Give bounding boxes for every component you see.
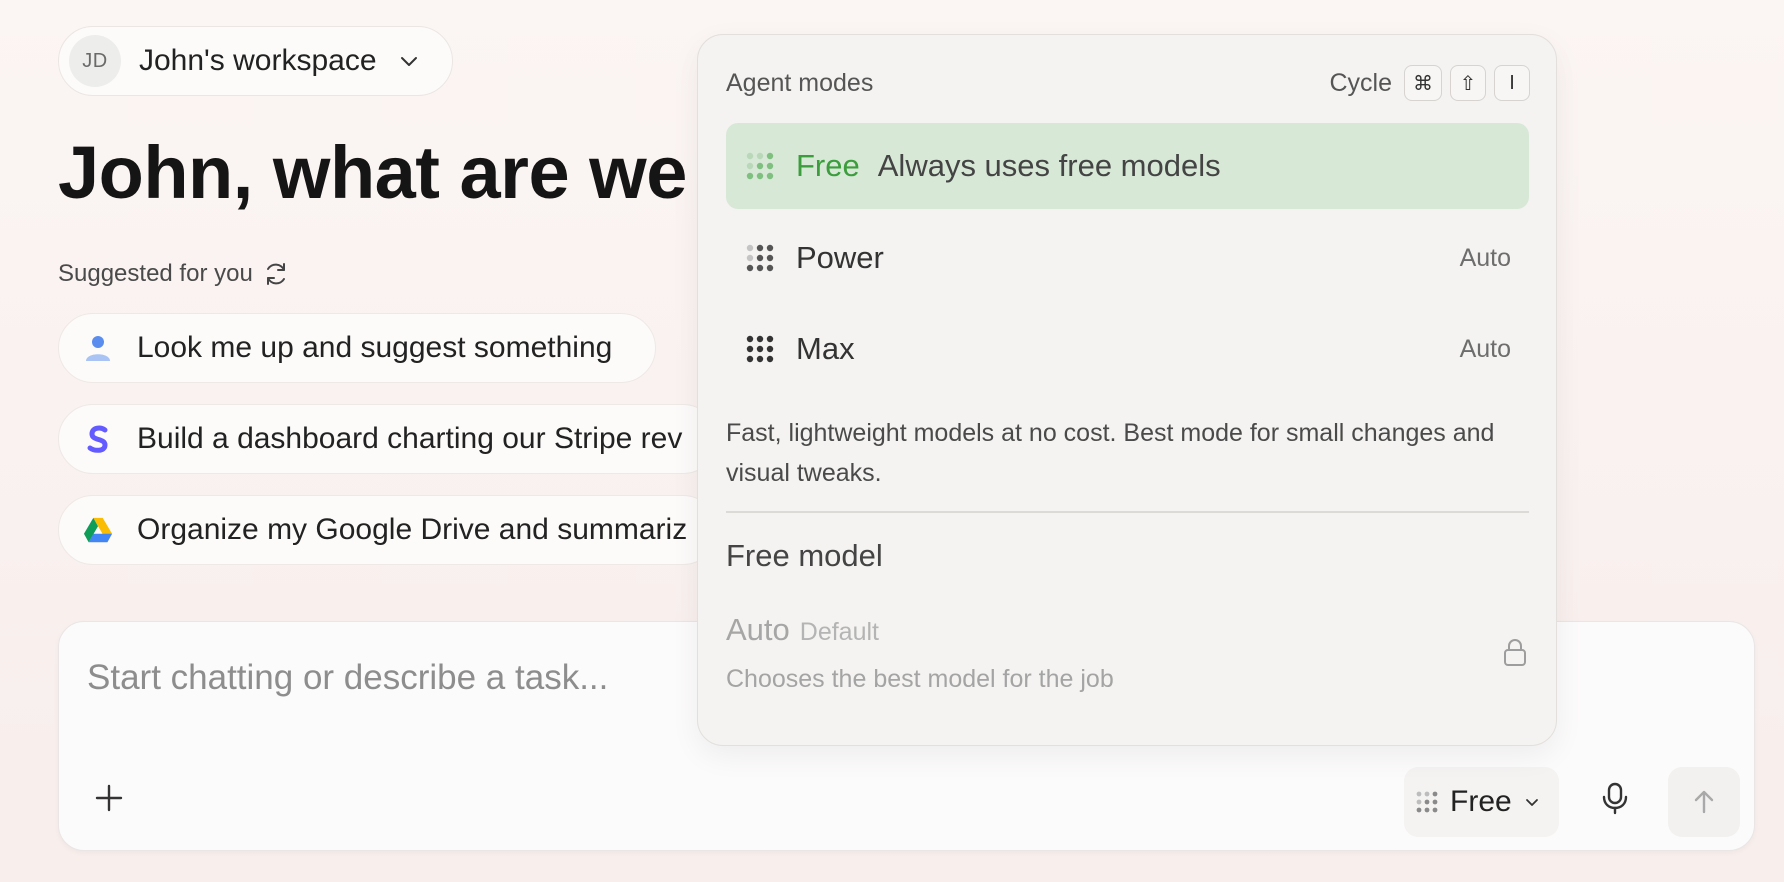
suggestion-chip[interactable]: Organize my Google Drive and summariz (58, 495, 718, 565)
chat-input[interactable]: Start chatting or describe a task... (87, 658, 608, 698)
chevron-down-icon (1525, 799, 1538, 806)
default-tag: Default (799, 618, 879, 646)
page-title: John, what are we w (58, 131, 765, 214)
mode-name: Power (796, 240, 884, 275)
model-section-heading: Free model (726, 538, 883, 573)
workspace-name: John's workspace (139, 44, 377, 77)
dots-grid-icon (746, 335, 774, 363)
shift-key: ⇧ (1450, 65, 1486, 101)
avatar: JD (69, 35, 121, 87)
suggested-header: Suggested for you (58, 260, 289, 288)
user-icon (83, 333, 113, 363)
mode-badge: Auto (1459, 243, 1511, 272)
mode-option-max[interactable]: Max Auto (726, 306, 1529, 392)
cycle-shortcut: Cycle ⌘ ⇧ I (1329, 65, 1530, 101)
agent-mode-selector[interactable]: Free (1404, 767, 1559, 837)
stripe-icon (83, 424, 113, 454)
i-key: I (1494, 65, 1530, 101)
model-option-auto: Auto Default (726, 612, 879, 648)
suggestion-label: Build a dashboard charting our Stripe re… (137, 422, 683, 455)
mode-info-text: Fast, lightweight models at no cost. Bes… (726, 419, 1495, 487)
agent-mode-label: Free (1450, 785, 1512, 818)
popover-title: Agent modes (726, 69, 874, 97)
dots-grid-icon (746, 244, 774, 272)
command-key: ⌘ (1404, 65, 1442, 101)
google-drive-icon (83, 515, 113, 545)
mode-name: Max (796, 331, 855, 366)
workspace-switcher[interactable]: JD John's workspace (58, 26, 453, 96)
lock-icon (1504, 639, 1526, 666)
agent-modes-popover: Agent modes Cycle ⌘ ⇧ I Free Always uses… (697, 34, 1557, 746)
dots-grid-icon (1416, 791, 1438, 813)
suggestion-label: Organize my Google Drive and summariz (137, 513, 688, 546)
cycle-label: Cycle (1329, 68, 1392, 97)
add-attachment-button[interactable] (93, 782, 125, 814)
arrow-up-icon (1694, 790, 1714, 814)
model-option-title: Auto (726, 612, 790, 647)
mode-option-power[interactable]: Power Auto (726, 215, 1529, 301)
model-option-description: Chooses the best model for the job (726, 665, 1114, 693)
divider (726, 511, 1529, 513)
mode-description: Always uses free models (877, 148, 1221, 183)
mode-badge: Auto (1459, 334, 1511, 363)
chevron-down-icon (400, 57, 417, 66)
mode-option-free[interactable]: Free Always uses free models (726, 123, 1529, 209)
microphone-icon[interactable] (1597, 780, 1633, 816)
dots-grid-icon (746, 152, 774, 180)
suggested-label: Suggested for you (58, 260, 253, 287)
mode-name: Free (796, 148, 860, 183)
refresh-icon[interactable] (263, 261, 289, 287)
suggestion-chip[interactable]: Build a dashboard charting our Stripe re… (58, 404, 718, 474)
suggestion-chip[interactable]: Look me up and suggest something (58, 313, 656, 383)
suggestion-label: Look me up and suggest something (137, 331, 613, 364)
send-button[interactable] (1668, 767, 1740, 837)
